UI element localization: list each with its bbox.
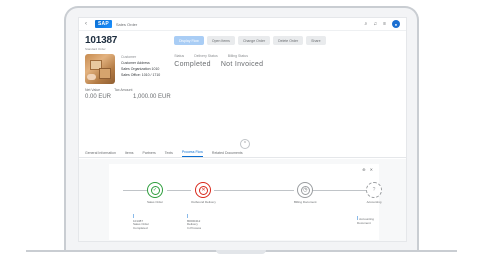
product-image [85, 54, 115, 84]
address-value: Sales Organization 1010 [121, 67, 160, 71]
menu-icon[interactable]: ≡ [383, 21, 386, 27]
close-icon[interactable]: ✕ [370, 167, 373, 172]
customer-label: Customer [121, 55, 137, 59]
tab-partners[interactable]: Partners [143, 151, 156, 157]
avatar[interactable]: ● [392, 20, 400, 28]
check-icon: ✓ [150, 185, 160, 195]
customer-details: Customer Customer Address Sales Organiza… [121, 54, 160, 84]
header-summary: Customer Customer Address Sales Organiza… [79, 51, 406, 87]
app-title: Sales Order [115, 21, 138, 27]
share-button[interactable]: Share [306, 36, 326, 45]
display-flow-button[interactable]: Display Flow [174, 36, 204, 45]
flow-connector [311, 190, 366, 191]
status-kpis: Status Delivery Status Billing Status Co… [174, 54, 263, 84]
shell-bar: ‹ SAP Sales Order ⌕ ♫ ≡ ● [79, 18, 406, 31]
tab-texts[interactable]: Texts [165, 151, 173, 157]
shell-actions: ⌕ ♫ ≡ ● [365, 20, 400, 28]
flow-node-billing[interactable]: ◷ Billing Document [294, 182, 317, 204]
process-flow-section: ⊕ ✕ ✓ Sales Order ✕ Outbound Delivery ◷ … [79, 159, 406, 241]
flow-toolbar: ⊕ ✕ [362, 167, 373, 172]
doc-delivery[interactable]: I 80000412 Delivery In Process [187, 215, 201, 230]
tab-general[interactable]: General Information [85, 151, 116, 157]
address-label: Customer Address [121, 61, 150, 65]
net-value: 0.00 EUR [85, 94, 112, 100]
app-screen: ‹ SAP Sales Order ⌕ ♫ ≡ ● 101387 Standar… [78, 17, 407, 242]
process-flow-card: ⊕ ✕ ✓ Sales Order ✕ Outbound Delivery ◷ … [109, 164, 382, 240]
unknown-icon: ? [369, 185, 379, 195]
zoom-icon[interactable]: ⊕ [362, 167, 365, 172]
tab-items[interactable]: Items [125, 151, 134, 157]
tab-bar: General Information Items Partners Texts… [79, 148, 406, 158]
flow-node-accounting[interactable]: ? Accounting [366, 182, 382, 204]
notification-icon[interactable]: ♫ [373, 21, 377, 27]
search-icon[interactable]: ⌕ [365, 21, 368, 27]
flow-connector [123, 190, 147, 191]
amounts: Net Value Tax Amount 0.00 EUR 1,000.00 E… [79, 87, 406, 101]
delete-order-button[interactable]: Delete Order [273, 36, 304, 45]
header-actions: Display Flow Open Items Change Order Del… [174, 36, 326, 45]
doc-sales-order[interactable]: I 101387 Sales Order Completed [133, 215, 149, 230]
clock-icon: ◷ [300, 185, 310, 195]
flow-connector [214, 190, 294, 191]
change-order-button[interactable]: Change Order [237, 36, 271, 45]
tax-amount: 1,000.00 EUR [133, 94, 171, 100]
tab-related-documents[interactable]: Related Documents [212, 151, 243, 157]
kpi-value-billing: Not Invoiced [220, 61, 264, 68]
tab-process-flow[interactable]: Process Flow [181, 150, 203, 157]
laptop-base [26, 250, 457, 263]
laptop-notch [216, 250, 266, 254]
flow-node-sales-order[interactable]: ✓ Sales Order [147, 182, 163, 204]
open-items-button[interactable]: Open Items [206, 36, 235, 45]
sales-office: Sales Office: 1010 / 1710 [121, 73, 161, 77]
kpi-label-status: Status [174, 54, 185, 58]
kpi-label-billing: Billing Status [227, 54, 248, 58]
kpi-label-delivery: Delivery Status [194, 54, 218, 58]
error-icon: ✕ [198, 185, 208, 195]
sap-logo[interactable]: SAP [95, 20, 112, 28]
net-value-label: Net Value [85, 88, 101, 92]
doc-accounting[interactable]: I Accounting Document [357, 217, 379, 225]
object-header: 101387 Standard Order Display Flow Open … [79, 31, 406, 51]
order-subtitle: Standard Order [85, 47, 106, 51]
flow-connector [167, 190, 191, 191]
flow-node-delivery[interactable]: ✕ Outbound Delivery [191, 182, 216, 204]
kpi-value-status: Completed [174, 61, 211, 68]
tax-amount-label: Tax Amount [114, 88, 133, 92]
back-arrow-icon[interactable]: ‹ [85, 21, 95, 27]
